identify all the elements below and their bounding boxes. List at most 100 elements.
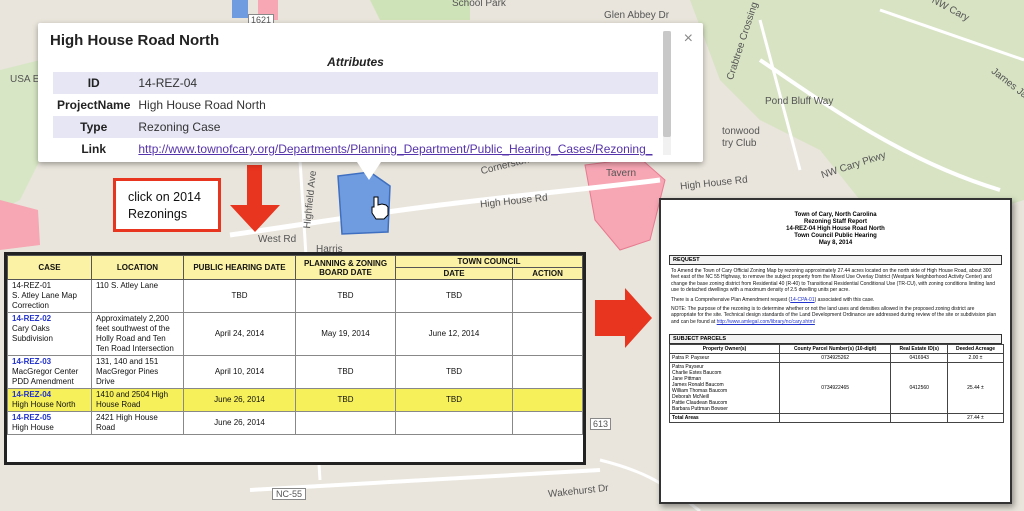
hearing-date: June 26, 2014 [183, 388, 296, 412]
table-row[interactable]: 14-REZ-01 S. Atley Lane Map Correction 11… [7, 279, 583, 313]
table-row[interactable]: 14-REZ-02 Cary Oaks Subdivision Approxima… [7, 312, 583, 356]
table-row[interactable]: 14-REZ-03 MacGregor Center PDD Amendment … [7, 355, 583, 389]
tc-action [512, 355, 583, 389]
case-desc: MacGregor Center PDD Amendment [12, 367, 79, 386]
cpa-link[interactable]: 14-CPA-01 [790, 297, 814, 303]
route-613-label: 613 [590, 418, 612, 430]
pz-date: TBD [295, 279, 396, 313]
tc-date: June 12, 2014 [394, 312, 514, 356]
tc-action [512, 411, 583, 435]
tc-date: TBD [394, 355, 514, 389]
case-id: 14-REZ-01 [12, 281, 52, 290]
case-location: 110 S. Atley Lane [91, 279, 184, 313]
hearing-date: TBD [183, 279, 296, 313]
parcel-real: 0416943 [890, 353, 948, 364]
col-header-location: LOCATION [91, 255, 184, 280]
map-label-try-club: try Club [722, 138, 757, 149]
pz-date: TBD [295, 388, 396, 412]
rezoning-schedule-table: CASE LOCATION PUBLIC HEARING DATE PLANNI… [7, 255, 583, 435]
tc-date: TBD [394, 279, 514, 313]
col-header-acreage: Deeded Acreage [946, 344, 1005, 355]
map-label-tonwood: tonwood [722, 126, 760, 137]
col-header-owner: Property Owner(s) [669, 344, 780, 355]
attr-key: ProjectName [57, 98, 131, 112]
case-desc: Cary Oaks Subdivision [12, 324, 53, 343]
tc-action [512, 388, 583, 412]
attributes-table: ID 14-REZ-04 ProjectName High House Road… [53, 72, 658, 160]
col-header-date: DATE [394, 267, 514, 280]
total-label: Total Areas [669, 413, 780, 424]
table-row: Patra P. Payseur 0734925262 0416943 2.00… [669, 353, 1005, 364]
rezoning-link[interactable]: http://www.townofcary.org/Departments/Pl… [138, 142, 652, 156]
col-header-action: ACTION [512, 267, 583, 280]
parcel-county: 0734922465 [778, 362, 892, 415]
table-row: Patra Payseur Charlie Estes Baucom Jane … [669, 362, 1005, 415]
case-location: Approximately 2,200 feet southwest of th… [91, 312, 184, 356]
attr-value: 14-REZ-04 [138, 76, 198, 90]
hearing-date: April 24, 2014 [183, 312, 296, 356]
instruction-callout: click on 2014 Rezonings [113, 178, 221, 232]
col-header-public-hearing: PUBLIC HEARING DATE [183, 255, 296, 280]
subject-parcels-heading: SUBJECT PARCELS [669, 334, 1002, 345]
col-header-county: County Parcel Number(s) (10-digit) [778, 344, 892, 355]
parcel-acreage: 25.44 ± [946, 362, 1005, 415]
attr-row-id: ID 14-REZ-04 [53, 72, 658, 94]
report-head-3: 14-REZ-04 High House Road North [786, 226, 885, 232]
attr-row-link: Link http://www.townofcary.org/Departmen… [53, 138, 658, 160]
col-header-planning-zoning: PLANNING & ZONING BOARD DATE [295, 255, 396, 280]
pz-date [295, 411, 396, 435]
case-desc: High House [12, 423, 54, 432]
request-heading: REQUEST [669, 255, 1002, 265]
report-head-5: May 8, 2014 [818, 240, 853, 246]
attr-key: Type [80, 120, 108, 134]
case-desc: S. Atley Lane Map Correction [12, 291, 77, 310]
parcel-owner: Patra P. Payseur [669, 353, 780, 364]
cpa-text: There is a Comprehensive Plan Amendment … [671, 296, 875, 303]
attr-key: Link [81, 142, 107, 156]
total-value: 27.44 ± [946, 413, 1005, 424]
attr-row-type: Type Rezoning Case [53, 116, 658, 138]
amlegal-link[interactable]: http://www.amlegal.com/library/nc/cary.s… [717, 319, 815, 325]
case-location: 1410 and 2504 High House Road [91, 388, 184, 412]
col-header-real: Real Estate ID(s) [890, 344, 948, 355]
report-head-1: Town of Cary, North Carolina [794, 212, 877, 218]
callout-line-1: click on 2014 [128, 190, 201, 204]
report-head-2: Rezoning Staff Report [804, 219, 867, 225]
case-id-link[interactable]: 14-REZ-03 [12, 357, 87, 367]
parcel-county: 0734925262 [778, 353, 892, 364]
case-id-link[interactable]: 14-REZ-02 [12, 314, 87, 324]
hearing-date: April 10, 2014 [183, 355, 296, 389]
attr-value: High House Road North [138, 98, 266, 112]
request-text: To Amend the Town of Cary Official Zonin… [671, 268, 996, 294]
map-label-school-park: School Park [452, 0, 506, 9]
map-label-usa: USA E [10, 74, 40, 85]
close-icon[interactable]: × [684, 30, 693, 48]
col-header-town-council: TOWN COUNCIL [395, 255, 583, 268]
report-head-4: Town Council Public Hearing [794, 233, 877, 239]
parcel-owner: Patra Payseur Charlie Estes Baucom Jane … [669, 362, 780, 415]
table-row[interactable]: 14-REZ-05 High House 2421 High House Road… [7, 411, 583, 435]
case-id-link[interactable]: 14-REZ-04 [12, 390, 87, 400]
popup-title: High House Road North [50, 32, 220, 49]
hearing-date: June 26, 2014 [183, 411, 296, 435]
parcel-acreage: 2.00 ± [946, 353, 1005, 364]
case-id-link[interactable]: 14-REZ-05 [12, 413, 87, 423]
case-desc: High House North [12, 400, 76, 409]
table-row-total: Total Areas 27.44 ± [669, 413, 1005, 424]
tc-action [512, 279, 583, 313]
note-text: NOTE: The purpose of the rezoning is to … [671, 306, 997, 325]
attributes-heading: Attributes [327, 55, 384, 69]
callout-line-2: Rezonings [128, 207, 188, 221]
table-row-highlighted[interactable]: 14-REZ-04 High House North 1410 and 2504 … [7, 388, 583, 412]
case-location: 2421 High House Road [91, 411, 184, 435]
attr-value: Rezoning Case [138, 120, 221, 134]
col-header-case: CASE [7, 255, 92, 280]
parcel-table: Property Owner(s) County Parcel Number(s… [669, 344, 1005, 424]
tc-action [512, 312, 583, 356]
route-nc55-label: NC-55 [272, 488, 307, 500]
map-label-glen-abbey: Glen Abbey Dr [604, 10, 670, 21]
popup-scrollbar-thumb[interactable] [663, 31, 671, 137]
case-location: 131, 140 and 151 MacGregor Pines Drive [91, 355, 184, 389]
attr-row-projectname: ProjectName High House Road North [53, 94, 658, 116]
attr-key: ID [87, 76, 100, 90]
